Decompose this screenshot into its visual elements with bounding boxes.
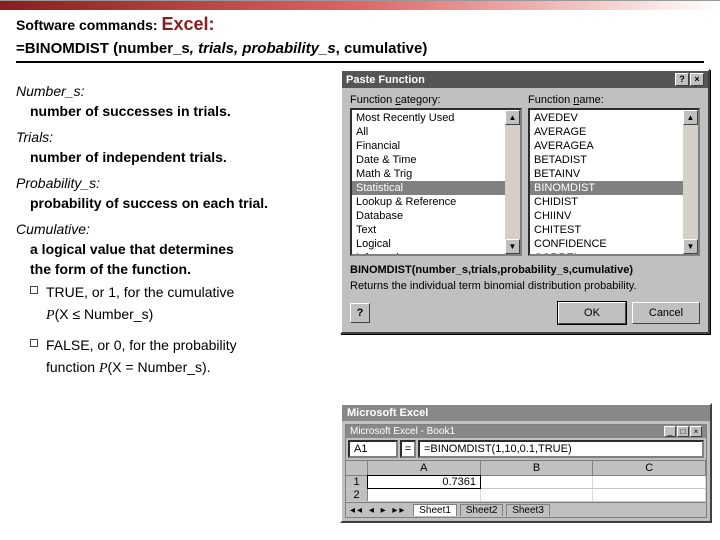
list-item[interactable]: AVEDEV	[530, 111, 683, 125]
slide-header: Software commands: Excel: =BINOMDIST (nu…	[0, 10, 720, 65]
function-signature: BINOMDIST(number_s,trials,probability_s,…	[350, 264, 700, 276]
square-bullet-icon	[30, 339, 38, 347]
name-box[interactable]: A1	[348, 440, 398, 458]
list-item[interactable]: CONFIDENCE	[530, 237, 683, 251]
workbook-titlebar[interactable]: Microsoft Excel - Book1 _ □ ×	[346, 425, 706, 438]
sheet-tab[interactable]: Sheet3	[506, 504, 550, 516]
dialog-close-button[interactable]: ×	[690, 73, 704, 86]
formula-bar: A1 = =BINOMDIST(1,10,0.1,TRUE)	[346, 438, 706, 460]
list-item[interactable]: Text	[352, 223, 505, 237]
param-number-s-desc: number of successes in trials.	[30, 103, 336, 119]
list-item[interactable]: CHITEST	[530, 223, 683, 237]
dialog-help-button[interactable]: ?	[675, 73, 689, 86]
list-item[interactable]: Logical	[352, 237, 505, 251]
param-cumulative-desc1: a logical value that determines	[30, 241, 336, 257]
list-item[interactable]: Date & Time	[352, 153, 505, 167]
param-cumulative-label: Cumulative:	[16, 221, 336, 237]
sheet-tab[interactable]: Sheet1	[413, 504, 457, 516]
list-item[interactable]: BETADIST	[530, 153, 683, 167]
header-tool: Excel:	[161, 14, 214, 34]
cell[interactable]	[593, 476, 706, 488]
maximize-icon[interactable]: □	[677, 426, 689, 437]
header-prefix: Software commands:	[16, 17, 158, 33]
list-item[interactable]: Most Recently Used	[352, 111, 505, 125]
list-item[interactable]: BINOMDIST	[530, 181, 683, 195]
col-header[interactable]: A	[368, 461, 481, 475]
square-bullet-icon	[30, 286, 38, 294]
list-item[interactable]: Financial	[352, 139, 505, 153]
list-item[interactable]: Database	[352, 209, 505, 223]
cell[interactable]	[480, 476, 593, 488]
help-button[interactable]: ?	[350, 303, 370, 323]
list-item[interactable]: All	[352, 125, 505, 139]
paste-function-dialog: Paste Function ? × Function category: Mo…	[340, 69, 710, 334]
list-item[interactable]: BETAINV	[530, 167, 683, 181]
param-prob-s-desc: probability of success on each trial.	[30, 195, 336, 211]
parameter-explanations: Number_s: number of successes in trials.…	[16, 83, 336, 381]
equals-label: =	[400, 440, 416, 458]
cell[interactable]	[593, 489, 706, 501]
col-header[interactable]: C	[593, 461, 706, 475]
category-label: Function category:	[350, 94, 522, 106]
formula-syntax: =BINOMDIST (number_s, trials, probabilit…	[16, 37, 704, 63]
row-header[interactable]: 2	[346, 489, 368, 501]
category-listbox[interactable]: Most Recently UsedAllFinancialDate & Tim…	[350, 108, 522, 256]
list-item[interactable]: Math & Trig	[352, 167, 505, 181]
row-header[interactable]: 1	[346, 476, 368, 488]
scrollbar[interactable]: ▲ ▼	[505, 110, 520, 254]
worksheet[interactable]: A B C 1 0.7361 2	[346, 460, 706, 502]
param-trials-desc: number of independent trials.	[30, 149, 336, 165]
list-item[interactable]: CHIDIST	[530, 195, 683, 209]
minimize-icon[interactable]: _	[664, 426, 676, 437]
scroll-down-icon[interactable]: ▼	[683, 239, 698, 254]
cell[interactable]	[481, 489, 594, 501]
formula-input[interactable]: =BINOMDIST(1,10,0.1,TRUE)	[418, 440, 704, 458]
excel-window: Microsoft Excel Microsoft Excel - Book1 …	[340, 403, 712, 523]
list-item[interactable]: CORREL	[530, 251, 683, 254]
list-item[interactable]: CHIINV	[530, 209, 683, 223]
cell-a1[interactable]: 0.7361	[367, 475, 481, 489]
sheet-tabs: ◂◂ ◂ ▸ ▸▸ Sheet1 Sheet2 Sheet3	[346, 502, 706, 517]
function-listbox[interactable]: AVEDEVAVERAGEAVERAGEABETADISTBETAINVBINO…	[528, 108, 700, 256]
list-item[interactable]: Lookup & Reference	[352, 195, 505, 209]
cancel-button[interactable]: Cancel	[632, 302, 700, 324]
list-item[interactable]: Statistical	[352, 181, 505, 195]
slide-accent-bar	[0, 0, 720, 10]
param-prob-s-label: Probability_s:	[16, 175, 336, 191]
scroll-up-icon[interactable]: ▲	[683, 110, 698, 125]
excel-app-titlebar[interactable]: Microsoft Excel	[342, 405, 710, 421]
scroll-up-icon[interactable]: ▲	[505, 110, 520, 125]
bullet-true: TRUE, or 1, for the cumulative P(X ≤ Num…	[30, 281, 336, 328]
param-cumulative-desc2: the form of the function.	[30, 261, 336, 277]
col-header[interactable]: B	[481, 461, 594, 475]
scrollbar[interactable]: ▲ ▼	[683, 110, 698, 254]
param-number-s-label: Number_s:	[16, 83, 336, 99]
param-trials-label: Trials:	[16, 129, 336, 145]
scroll-down-icon[interactable]: ▼	[505, 239, 520, 254]
list-item[interactable]: AVERAGE	[530, 125, 683, 139]
sheet-tab[interactable]: Sheet2	[460, 504, 504, 516]
list-item[interactable]: AVERAGEA	[530, 139, 683, 153]
function-name-label: Function name:	[528, 94, 700, 106]
ok-button[interactable]: OK	[558, 302, 626, 324]
close-icon[interactable]: ×	[690, 426, 702, 437]
list-item[interactable]: Information	[352, 251, 505, 254]
tab-nav-arrows[interactable]: ◂◂ ◂ ▸ ▸▸	[350, 505, 406, 516]
function-description: Returns the individual term binomial dis…	[350, 280, 700, 292]
cell[interactable]	[368, 489, 481, 501]
bullet-false: FALSE, or 0, for the probability functio…	[30, 334, 336, 381]
select-all-corner[interactable]	[346, 461, 368, 475]
dialog-titlebar[interactable]: Paste Function ? ×	[342, 71, 708, 88]
dialog-title: Paste Function	[346, 74, 425, 86]
